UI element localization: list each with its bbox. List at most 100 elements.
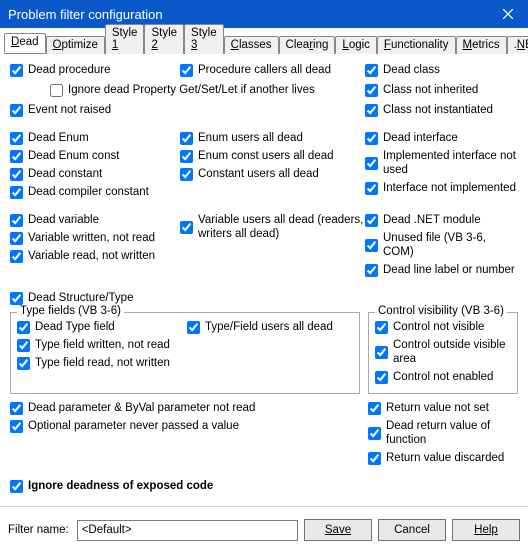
- checkbox-input[interactable]: [187, 321, 200, 334]
- checkbox-input[interactable]: [10, 214, 23, 227]
- checkbox-input[interactable]: [10, 150, 23, 163]
- tab-functionality[interactable]: Functionality: [377, 36, 456, 54]
- checkbox-control-outside-visible-area[interactable]: Control outside visible area: [375, 337, 511, 367]
- checkbox-optional-parameter-never-passed-a-value[interactable]: Optional parameter never passed a value: [10, 418, 368, 434]
- checkbox-constant-users-all-dead[interactable]: Constant users all dead: [180, 166, 365, 182]
- checkbox-input[interactable]: [50, 84, 63, 97]
- checkbox-dead-net-module[interactable]: Dead .NET module: [365, 212, 518, 228]
- checkbox-input[interactable]: [375, 321, 388, 334]
- checkbox-input[interactable]: [180, 168, 193, 181]
- checkbox-dead-interface[interactable]: Dead interface: [365, 130, 518, 146]
- checkbox-input[interactable]: [365, 182, 378, 195]
- checkbox-dead-variable[interactable]: Dead variable: [10, 212, 180, 228]
- titlebar: Problem filter configuration: [0, 0, 528, 28]
- checkbox-control-not-visible[interactable]: Control not visible: [375, 319, 511, 335]
- checkbox-dead-procedure[interactable]: Dead procedure: [10, 62, 180, 78]
- checkbox-input[interactable]: [10, 292, 23, 305]
- help-button[interactable]: Help: [452, 519, 520, 541]
- checkbox-dead-type-field[interactable]: Dead Type field: [17, 319, 187, 335]
- checkbox-variable-users-all-dead-readers-writers-all-dead[interactable]: Variable users all dead (readers, writer…: [180, 212, 365, 242]
- checkbox-procedure-callers-all-dead[interactable]: Procedure callers all dead: [180, 62, 365, 78]
- checkbox-event-not-raised[interactable]: Event not raised: [10, 102, 180, 118]
- checkbox-class-not-instantiated[interactable]: Class not instantiated: [365, 102, 518, 118]
- checkbox-input[interactable]: [10, 420, 23, 433]
- close-button[interactable]: [488, 0, 528, 28]
- checkbox-input[interactable]: [17, 357, 30, 370]
- checkbox-input[interactable]: [10, 104, 23, 117]
- tab-clearing[interactable]: Clearing: [279, 36, 336, 54]
- checkbox-dead-line-label-or-number[interactable]: Dead line label or number: [365, 262, 518, 278]
- checkbox-label: Variable written, not read: [28, 231, 155, 245]
- checkbox-input[interactable]: [10, 168, 23, 181]
- checkbox-label: Dead Enum: [28, 131, 89, 145]
- checkbox-type-field-users-all-dead[interactable]: Type/Field users all dead: [187, 319, 353, 335]
- checkbox-label: Ignore deadness of exposed code: [28, 479, 213, 493]
- tab-dead[interactable]: Dead: [4, 33, 46, 53]
- checkbox-ignore-dead-property-get-set-let-if-another-lives[interactable]: Ignore dead Property Get/Set/Let if anot…: [50, 82, 365, 98]
- checkbox-input[interactable]: [365, 157, 378, 170]
- checkbox-input[interactable]: [10, 186, 23, 199]
- checkbox-return-value-discarded[interactable]: Return value discarded: [368, 450, 518, 466]
- checkbox-dead-enum-const[interactable]: Dead Enum const: [10, 148, 180, 164]
- checkbox-variable-read-not-written[interactable]: Variable read, not written: [10, 248, 180, 264]
- checkbox-input[interactable]: [375, 346, 388, 359]
- tab-logic[interactable]: Logic: [335, 36, 377, 54]
- checkbox-input[interactable]: [17, 339, 30, 352]
- checkbox-input[interactable]: [365, 264, 378, 277]
- checkbox-dead-enum[interactable]: Dead Enum: [10, 130, 180, 146]
- checkbox-dead-structure-type[interactable]: Dead Structure/Type: [10, 290, 180, 306]
- tab-style-1[interactable]: Style 1: [105, 24, 145, 54]
- checkbox-input[interactable]: [180, 150, 193, 163]
- tab-classes[interactable]: Classes: [224, 36, 279, 54]
- checkbox-input[interactable]: [10, 132, 23, 145]
- cancel-button[interactable]: Cancel: [378, 519, 446, 541]
- checkbox-input[interactable]: [365, 214, 378, 227]
- checkbox-interface-not-implemented[interactable]: Interface not implemented: [365, 180, 518, 196]
- checkbox-input-ignore-exposed[interactable]: [10, 480, 23, 493]
- tab-style-2[interactable]: Style 2: [144, 24, 184, 54]
- checkbox-input[interactable]: [365, 64, 378, 77]
- checkbox-input[interactable]: [365, 84, 378, 97]
- checkbox-unused-file-vb-3-6-com[interactable]: Unused file (VB 3-6, COM): [365, 230, 518, 260]
- checkbox-type-field-written-not-read[interactable]: Type field written, not read: [17, 337, 187, 353]
- checkbox-dead-return-value-of-function[interactable]: Dead return value of function: [368, 418, 518, 448]
- tab--net[interactable]: .NET: [507, 36, 528, 54]
- filter-name-input[interactable]: [77, 520, 298, 541]
- checkbox-return-value-not-set[interactable]: Return value not set: [368, 400, 518, 416]
- checkbox-class-not-inherited[interactable]: Class not inherited: [365, 82, 518, 98]
- tab-metrics[interactable]: Metrics: [456, 36, 507, 54]
- tab-style-3[interactable]: Style 3: [184, 24, 224, 54]
- checkbox-implemented-interface-not-used[interactable]: Implemented interface not used: [365, 148, 518, 178]
- checkbox-dead-constant[interactable]: Dead constant: [10, 166, 180, 182]
- checkbox-type-field-read-not-written[interactable]: Type field read, not written: [17, 355, 187, 371]
- checkbox-input[interactable]: [368, 452, 381, 465]
- checkbox-input[interactable]: [180, 64, 193, 77]
- checkbox-control-not-enabled[interactable]: Control not enabled: [375, 369, 511, 385]
- checkbox-variable-written-not-read[interactable]: Variable written, not read: [10, 230, 180, 246]
- checkbox-dead-class[interactable]: Dead class: [365, 62, 518, 78]
- save-button[interactable]: Save: [304, 519, 372, 541]
- checkbox-input[interactable]: [180, 221, 193, 234]
- checkbox-enum-const-users-all-dead[interactable]: Enum const users all dead: [180, 148, 365, 164]
- checkbox-input[interactable]: [365, 104, 378, 117]
- checkbox-label: Enum users all dead: [198, 131, 303, 145]
- checkbox-input[interactable]: [365, 132, 378, 145]
- checkbox-input[interactable]: [368, 402, 381, 415]
- checkbox-dead-compiler-constant[interactable]: Dead compiler constant: [10, 184, 180, 200]
- checkbox-label: Control not visible: [393, 320, 484, 334]
- checkbox-input[interactable]: [10, 402, 23, 415]
- checkbox-input[interactable]: [10, 232, 23, 245]
- tab-optimize[interactable]: Optimize: [46, 36, 105, 54]
- checkbox-input[interactable]: [180, 132, 193, 145]
- checkbox-input[interactable]: [10, 250, 23, 263]
- checkbox-enum-users-all-dead[interactable]: Enum users all dead: [180, 130, 365, 146]
- checkbox-input[interactable]: [10, 64, 23, 77]
- checkbox-ignore-exposed[interactable]: Ignore deadness of exposed code: [10, 478, 518, 494]
- checkbox-input[interactable]: [17, 321, 30, 334]
- checkbox-input[interactable]: [365, 239, 378, 252]
- checkbox-input[interactable]: [368, 427, 381, 440]
- checkbox-dead-parameter-byval-parameter-not-read[interactable]: Dead parameter & ByVal parameter not rea…: [10, 400, 368, 416]
- checkbox-label: Dead procedure: [28, 63, 110, 77]
- checkbox-label: Dead line label or number: [383, 263, 515, 277]
- checkbox-input[interactable]: [375, 371, 388, 384]
